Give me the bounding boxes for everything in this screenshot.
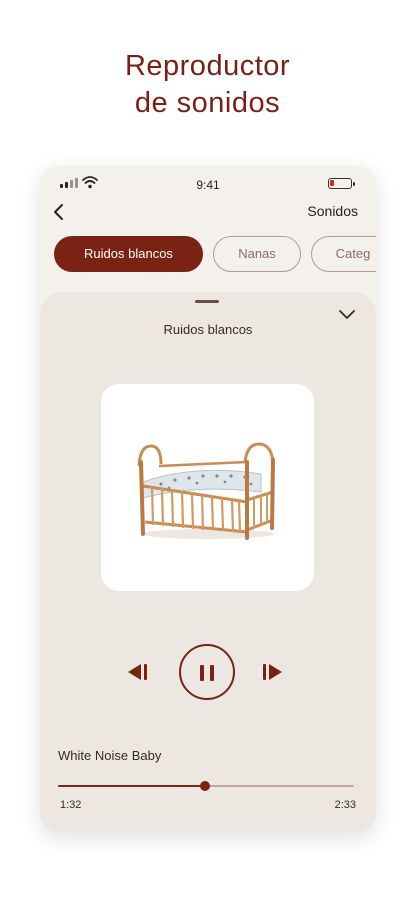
player-sheet: Ruidos blancos White Noise Baby 1:32 2:3… [40,292,376,832]
chevron-left-icon[interactable] [52,202,66,222]
track-artwork [101,384,314,591]
progress-fill [58,785,206,787]
phone-screen: 9:41 Sonidos Ruidos blancos Nanas Categ Ru… [40,166,376,832]
tab-categorias[interactable]: Categ [311,236,376,272]
progress-knob[interactable] [200,781,211,791]
page-title: Sonidos [307,203,358,219]
status-time: 9:41 [196,178,220,192]
total-time: 2:33 [334,799,356,811]
sheet-drag-handle[interactable] [195,300,219,303]
promo-headline-line-2: de sonidos [134,87,281,119]
skip-previous-icon[interactable] [125,662,149,682]
skip-next-icon[interactable] [261,662,285,682]
battery-level [330,180,334,186]
battery-icon [328,178,355,189]
crib-illustration [137,442,275,540]
category-tabs: Ruidos blancos Nanas Categ [54,236,376,272]
current-time: 1:32 [60,799,82,811]
playback-controls [40,642,376,702]
player-sheet-title: Ruidos blancos [163,322,253,337]
track-title: White Noise Baby [58,748,162,763]
status-bar: 9:41 [40,166,376,200]
chevron-down-icon[interactable] [338,308,356,320]
promo-headline-line-1: Reproductor [124,50,291,82]
tab-ruidos-blancos[interactable]: Ruidos blancos [54,236,203,272]
progress-slider[interactable] [58,781,354,791]
top-bar: Sonidos [40,200,376,224]
tab-nanas[interactable]: Nanas [213,236,301,272]
pause-button[interactable] [179,644,235,700]
promo-headline: Reproductor de sonidos [0,48,415,122]
